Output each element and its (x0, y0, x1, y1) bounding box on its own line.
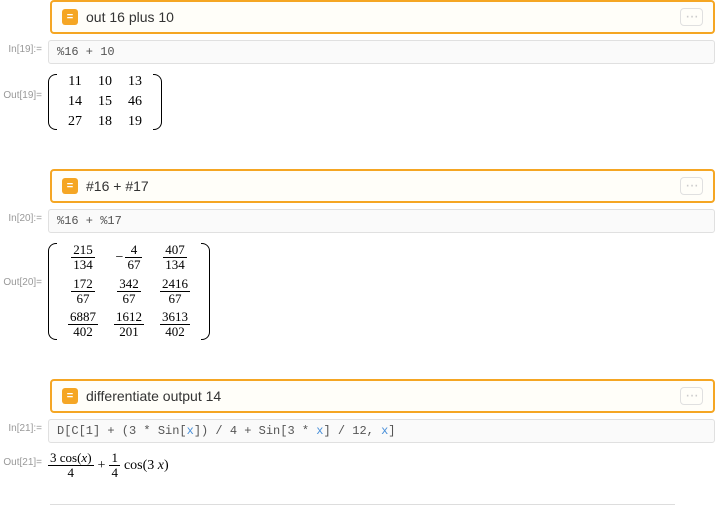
matrix-cell: −467 (106, 241, 152, 275)
matrix-cell: 18 (90, 112, 120, 132)
cell-20: = #16 + #17 ··· In[20]:= %16 + %17 Out[2… (0, 169, 725, 351)
input-row: In[21]:= D[C[1] + (3 * Sin[x]) / 4 + Sin… (0, 419, 725, 443)
cell-19: = out 16 plus 10 ··· In[19]:= %16 + 10 O… (0, 0, 725, 141)
equals-icon: = (62, 388, 78, 404)
matrix-cell: 10 (90, 72, 120, 92)
nl-query-text: #16 + #17 (86, 178, 680, 194)
output-row: Out[20]= 215134−467407134 172673426724166… (0, 237, 725, 351)
nl-query-text: differentiate output 14 (86, 388, 680, 404)
matrix-cell: 407134 (152, 241, 198, 275)
code-input[interactable]: D[C[1] + (3 * Sin[x]) / 4 + Sin[3 * x] /… (48, 419, 715, 443)
matrix-cell: 34267 (106, 275, 152, 309)
matrix-cell: 19 (120, 112, 150, 132)
nl-query-text: out 16 plus 10 (86, 9, 680, 25)
nl-input-bar[interactable]: = out 16 plus 10 ··· (50, 0, 715, 34)
matrix-cell: 13 (120, 72, 150, 92)
cell-21: = differentiate output 14 ··· In[21]:= D… (0, 379, 725, 485)
code-input[interactable]: %16 + %17 (48, 209, 715, 233)
matrix-cell: 15 (90, 92, 120, 112)
matrix-cell: 241667 (152, 275, 198, 309)
term1-den: 4 (48, 466, 94, 480)
equals-icon: = (62, 178, 78, 194)
in-label: In[20]:= (0, 209, 48, 224)
in-label: In[19]:= (0, 40, 48, 55)
matrix-cell: 27 (60, 112, 90, 132)
output-row: Out[21]= 3 cos(x) 4 + 1 4 cos(3 x) (0, 447, 725, 485)
matrix-cell: 17267 (60, 275, 106, 309)
more-icon[interactable]: ··· (680, 8, 703, 26)
matrix-cell: 215134 (60, 241, 106, 275)
more-icon[interactable]: ··· (680, 177, 703, 195)
more-icon[interactable]: ··· (680, 387, 703, 405)
term2-den: 4 (109, 466, 120, 480)
term2-tail: cos(3 x) (124, 458, 169, 474)
output-row: Out[19]= 111013 141546 271819 (0, 68, 725, 141)
matrix-cell: 6887402 (60, 308, 106, 342)
matrix-cell: 46 (120, 92, 150, 112)
term2-num: 1 (109, 451, 120, 466)
equals-icon: = (62, 9, 78, 25)
out-label: Out[20]= (0, 237, 48, 288)
input-row: In[20]:= %16 + %17 (0, 209, 725, 233)
output-matrix: 111013 141546 271819 (48, 68, 162, 141)
out-label: Out[19]= (0, 68, 48, 101)
nl-input-bar[interactable]: = differentiate output 14 ··· (50, 379, 715, 413)
in-label: In[21]:= (0, 419, 48, 434)
nl-input-bar[interactable]: = #16 + #17 ··· (50, 169, 715, 203)
output-matrix: 215134−467407134 1726734267241667 68874021… (48, 237, 210, 351)
out-label: Out[21]= (0, 447, 48, 468)
matrix-cell: 1612201 (106, 308, 152, 342)
plus-sign: + (98, 458, 106, 474)
matrix-cell: 14 (60, 92, 90, 112)
cell-divider (50, 504, 675, 505)
code-input[interactable]: %16 + 10 (48, 40, 715, 64)
output-expression: 3 cos(x) 4 + 1 4 cos(3 x) (48, 447, 169, 485)
matrix-cell: 11 (60, 72, 90, 92)
matrix-cell: 3613402 (152, 308, 198, 342)
term1-num: 3 cos(x) (50, 450, 92, 465)
input-row: In[19]:= %16 + 10 (0, 40, 725, 64)
